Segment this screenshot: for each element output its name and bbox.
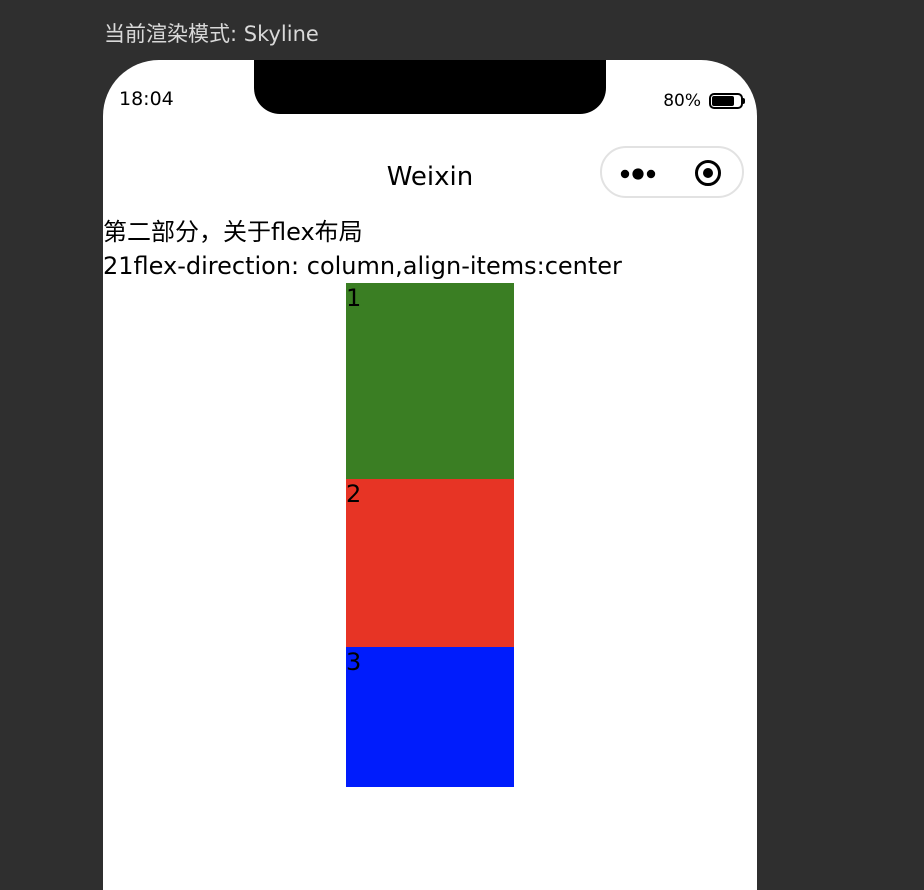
flex-item-3: 3 bbox=[346, 647, 514, 787]
phone-notch bbox=[254, 60, 606, 114]
close-target-icon[interactable] bbox=[694, 159, 722, 187]
battery-percent: 80% bbox=[663, 91, 701, 111]
menu-capsule bbox=[600, 146, 744, 198]
flex-column-container: 1 2 3 bbox=[103, 283, 757, 787]
battery-icon bbox=[709, 93, 745, 109]
flex-item-2: 2 bbox=[346, 479, 514, 647]
page-content: 第二部分，关于flex布局 21flex-direction: column,a… bbox=[103, 215, 757, 787]
more-dots-icon[interactable] bbox=[620, 166, 660, 180]
render-mode-label: 当前渲染模式: Skyline bbox=[104, 22, 319, 46]
status-time: 18:04 bbox=[119, 88, 174, 110]
status-right: 80% bbox=[663, 90, 745, 112]
flex-item-1: 1 bbox=[346, 283, 514, 479]
section-title: 第二部分，关于flex布局 bbox=[103, 218, 363, 246]
capsule-divider bbox=[673, 162, 674, 184]
phone-frame: 18:04 80% Weixin 第二部分，关于flex布局 21flex-di… bbox=[103, 60, 757, 890]
example-label: 21flex-direction: column,align-items:cen… bbox=[103, 252, 622, 280]
